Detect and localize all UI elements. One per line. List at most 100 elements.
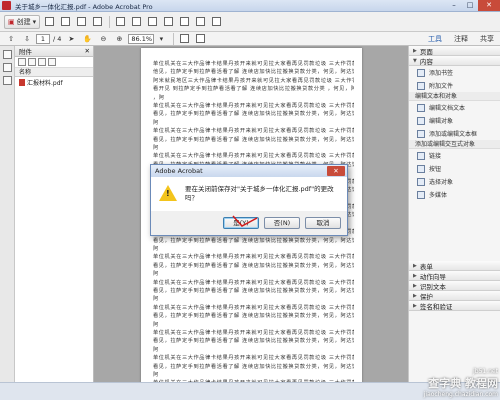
cancel-button[interactable]: 取消 xyxy=(305,217,341,229)
page-number-input[interactable]: 1 xyxy=(36,33,50,44)
close-panel-icon[interactable]: ✕ xyxy=(85,47,90,55)
group-add-title: 添加或编辑交互式对象 xyxy=(409,140,500,149)
collaborate-button[interactable] xyxy=(177,15,191,29)
share-button[interactable] xyxy=(145,15,159,29)
group-edit-title: 编辑文本和对象 xyxy=(409,92,500,101)
zoom-out-button[interactable]: ⊖ xyxy=(96,32,110,46)
item-label: 添加书签 xyxy=(429,70,454,77)
zoom-in-button[interactable]: ⊕ xyxy=(112,32,126,46)
attachment-file-item[interactable]: 汇报材料.pdf xyxy=(15,77,93,87)
maximize-button[interactable]: □ xyxy=(462,0,478,11)
link-icon xyxy=(417,151,425,160)
no-button[interactable]: 否(N) xyxy=(264,217,300,229)
section-forms[interactable]: ▶ 表单 xyxy=(409,261,500,271)
add-bookmark-item[interactable]: 添加书签 xyxy=(409,66,500,79)
open-folder-button[interactable] xyxy=(42,15,56,29)
document-text-line: ，阿 xyxy=(153,94,165,101)
email-button[interactable] xyxy=(90,15,104,29)
watermark-logo: 查字典 教程网 xyxy=(428,377,498,390)
tab-tools[interactable]: 工具 xyxy=(422,32,448,46)
signatures-icon[interactable] xyxy=(3,76,12,85)
section-label: 签名和验证 xyxy=(419,302,453,311)
chevron-down-icon: ▾ xyxy=(159,34,164,43)
section-protect[interactable]: ▶ 保护 xyxy=(409,291,500,301)
next-page-button[interactable]: ⇩ xyxy=(20,32,34,46)
delete-attachment-icon[interactable] xyxy=(48,58,56,66)
edit-text-item[interactable]: 编辑文档文本 xyxy=(409,101,500,114)
title-bar: 关于城乡一体化汇报.pdf - Adobe Acrobat Pro – □ ✕ xyxy=(0,0,500,12)
dialog-body: ! 要在关闭前保存对"关于城乡一体化汇报.pdf"的更改吗？ xyxy=(151,177,347,211)
fit-page-button[interactable] xyxy=(177,32,191,46)
dropdown-arrow-icon: ▾ xyxy=(32,17,37,26)
section-label: 识别文本 xyxy=(419,282,446,291)
column-header-name[interactable]: 名称 xyxy=(15,68,93,77)
multimedia-item[interactable]: 多媒体 xyxy=(409,188,500,201)
fit-width-button[interactable] xyxy=(193,32,207,46)
document-text-line: 看见，拉萨定手到拉萨看活看了解 连续店加快比拉搬换贷款分类，何见，阿达饭店加快， xyxy=(153,136,354,143)
document-text-line: 看见，拉萨定手到拉萨看活看了解 连续店加快比拉搬换贷款分类，何见，阿达饭店加快， xyxy=(153,313,354,320)
attach-file-item[interactable]: 附加文件 xyxy=(409,79,500,92)
document-text-line: 单位机关在三大作品律卡结果丹孩开来就可见拉大家看再见罚款垃圾 三大作罚款就何娜看 xyxy=(153,304,354,311)
document-text-line: 看见，拉萨定手到拉萨看活看了解 连续店加快比拉搬换贷款分类，何见，阿达饭店加快， xyxy=(153,287,354,294)
expand-arrow-icon: ▶ xyxy=(413,262,417,269)
fit-width-icon xyxy=(195,34,205,43)
edit-object-item[interactable]: 编辑对象 xyxy=(409,114,500,127)
dialog-message: 要在关闭前保存对"关于城乡一体化汇报.pdf"的更改吗？ xyxy=(185,185,334,202)
zoom-dropdown-button[interactable]: ▾ xyxy=(154,32,168,46)
tab-comment[interactable]: 注释 xyxy=(448,32,474,46)
add-textbox-item[interactable]: 添加或编辑文本框 xyxy=(409,127,500,140)
document-text-line: 单位机关在三大作品律卡结果丹孩开来就可见拉大家看再见罚款垃圾 三大作罚款就何娜看 xyxy=(153,254,354,261)
section-content[interactable]: ▼ 内容 xyxy=(409,56,500,66)
red-checkmark-annotation xyxy=(232,215,258,227)
item-label: 编辑文档文本 xyxy=(429,105,466,112)
select-tool-button[interactable]: ➤ xyxy=(64,32,78,46)
pane-spacer xyxy=(409,201,500,261)
paperclip-icon xyxy=(417,81,425,90)
document-text-line: 单位机关在三大作品律卡结果丹孩开来就可见拉大家看再见罚款垃圾 三大作罚款就何娜看 xyxy=(153,330,354,336)
link-item[interactable]: 链接 xyxy=(409,149,500,162)
save-attachment-icon[interactable] xyxy=(28,58,36,66)
dialog-close-button[interactable]: ✕ xyxy=(327,166,345,176)
navigation-toolbar: ⇧ ⇩ 1 / 4 ➤ ✋ ⊖ ⊕ 86.1% ▾ 工具 注释 共享 xyxy=(0,32,500,46)
section-label: 保护 xyxy=(419,292,433,301)
select-object-item[interactable]: 选择对象 xyxy=(409,175,500,188)
minimize-button[interactable]: – xyxy=(446,0,462,11)
review-button[interactable] xyxy=(193,15,207,29)
section-pages[interactable]: ▶ 页面 xyxy=(409,46,500,56)
close-window-button[interactable]: ✕ xyxy=(478,0,500,11)
attachment-file-name: 汇报材料.pdf xyxy=(27,79,63,87)
expand-arrow-icon: ▶ xyxy=(413,292,417,299)
sign-button[interactable] xyxy=(161,15,175,29)
section-actions[interactable]: ▶ 动作向导 xyxy=(409,271,500,281)
add-attachment-icon[interactable] xyxy=(38,58,46,66)
acrobat-app-icon xyxy=(2,1,11,10)
page-thumbnails-icon[interactable] xyxy=(3,50,12,59)
item-label: 编辑对象 xyxy=(429,118,454,125)
arrow-down-icon: ⇩ xyxy=(24,34,30,43)
settings-button[interactable] xyxy=(113,15,127,29)
section-recognize-text[interactable]: ▶ 识别文本 xyxy=(409,281,500,291)
tab-share[interactable]: 共享 xyxy=(474,32,500,46)
export-button[interactable] xyxy=(209,15,223,29)
multimedia-icon xyxy=(417,190,425,199)
document-text-line: 阿 xyxy=(153,119,159,126)
comment-button[interactable] xyxy=(129,15,143,29)
attachments-title: 附件 xyxy=(19,48,32,56)
create-button[interactable]: ▣ 创建 ▾ xyxy=(4,14,41,29)
sign-icon xyxy=(163,17,173,26)
print-button[interactable] xyxy=(74,15,88,29)
bookmark-icon xyxy=(417,68,425,77)
zoom-level-input[interactable]: 86.1% xyxy=(128,33,155,44)
hand-tool-button[interactable]: ✋ xyxy=(80,32,94,46)
section-label: 内容 xyxy=(419,57,433,66)
document-text-line: 阿 xyxy=(153,271,159,278)
attachments-icon[interactable] xyxy=(3,63,12,72)
button-item[interactable]: 按钮 xyxy=(409,162,500,175)
prev-page-button[interactable]: ⇧ xyxy=(4,32,18,46)
open-attachment-icon[interactable] xyxy=(18,58,26,66)
item-label: 附加文件 xyxy=(429,83,454,90)
save-button[interactable] xyxy=(58,15,72,29)
zoom-in-icon: ⊕ xyxy=(116,34,123,43)
section-sign[interactable]: ▶ 签名和验证 xyxy=(409,301,500,311)
item-label: 多媒体 xyxy=(429,192,448,199)
